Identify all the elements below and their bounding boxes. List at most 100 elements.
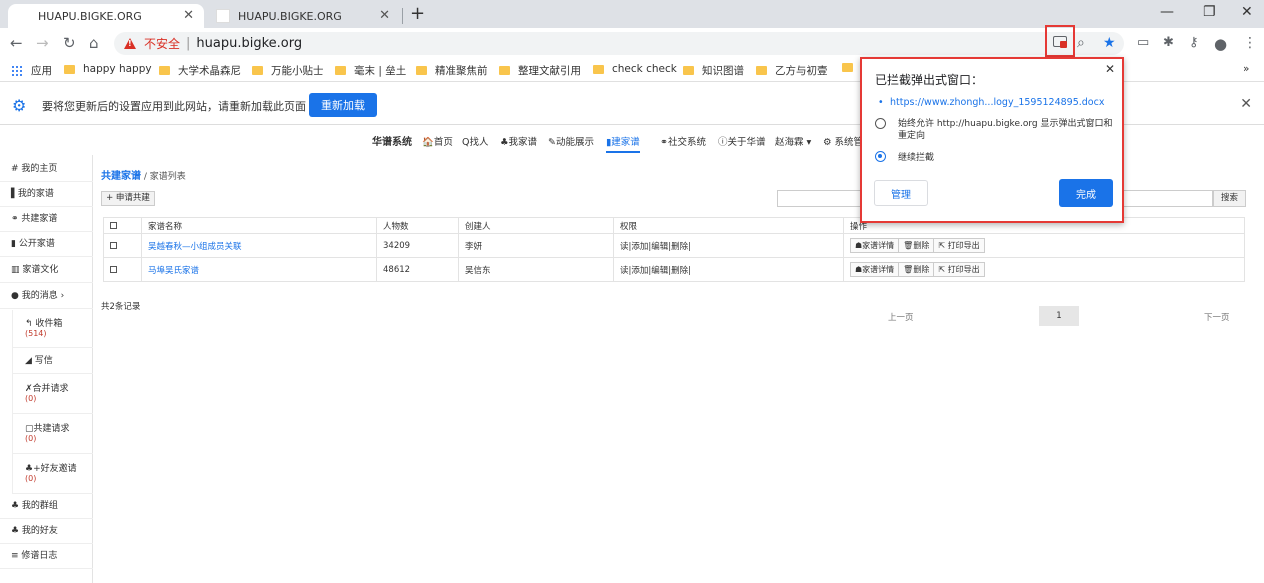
delete-button[interactable]: 🗑删除 bbox=[898, 262, 935, 277]
tab-close-icon[interactable]: ✕ bbox=[379, 8, 390, 23]
url-text[interactable]: huapu.bigke.org bbox=[196, 36, 302, 51]
block-option-label[interactable]: 继续拦截 bbox=[898, 152, 934, 164]
infobar-message: 要将您更新后的设置应用到此网站，请重新加载此页面 bbox=[42, 100, 306, 113]
address-bar[interactable]: 不安全 | huapu.bigke.org bbox=[114, 32, 1124, 55]
sub-count: (0) bbox=[25, 474, 37, 483]
bookmark-label: happy happy bbox=[83, 63, 152, 75]
forward-icon[interactable]: → bbox=[36, 34, 49, 52]
security-label[interactable]: 不安全 bbox=[144, 35, 180, 52]
bookmark-folder[interactable]: 毫末 | 垒土 bbox=[335, 63, 406, 78]
sub-label: ◢ 写信 bbox=[25, 356, 53, 366]
zoom-icon[interactable]: ⌕ bbox=[1077, 35, 1085, 51]
minimize-icon[interactable]: — bbox=[1160, 4, 1174, 20]
profile-icon[interactable]: ● bbox=[1214, 35, 1227, 53]
dialog-close-icon[interactable]: ✕ bbox=[1105, 62, 1115, 76]
select-all-checkbox[interactable] bbox=[110, 221, 117, 229]
sidebar-item-my-genealogy[interactable]: ▌我的家谱 bbox=[0, 182, 93, 207]
genealogy-name-link[interactable]: 马埠吴氏家谱 bbox=[141, 257, 377, 282]
search-button[interactable]: 搜索 bbox=[1213, 190, 1246, 207]
col-name: 家谱名称 bbox=[141, 217, 377, 234]
record-total: 共2条记录 bbox=[101, 302, 141, 312]
pager-next-link[interactable]: 下一页 bbox=[1204, 311, 1230, 323]
bookmark-folder[interactable]: 精准聚焦前 bbox=[416, 63, 488, 78]
bookmark-label: 毫末 | 垒土 bbox=[354, 65, 407, 77]
bookmark-folder[interactable]: 乙方与初壹 bbox=[756, 63, 828, 78]
nav-system-admin[interactable]: ⚙ 系统管 bbox=[823, 134, 863, 148]
row-checkbox[interactable] bbox=[110, 241, 117, 249]
sidebar-sub-friend-invite[interactable]: ♣+好友邀请 (0) bbox=[12, 454, 93, 494]
back-icon[interactable]: ← bbox=[10, 34, 23, 52]
nav-home[interactable]: 🏠首页 bbox=[422, 134, 453, 148]
restore-icon[interactable]: ❐ bbox=[1203, 4, 1216, 20]
delete-button[interactable]: 🗑删除 bbox=[898, 238, 935, 253]
print-export-button[interactable]: ⇱ 打印导出 bbox=[933, 262, 985, 277]
sidebar-item-culture[interactable]: ▥ 家谱文化 bbox=[0, 258, 93, 283]
bookmark-apps[interactable]: 应用 bbox=[11, 63, 52, 78]
apply-cobuild-button[interactable]: + 申请共建 bbox=[101, 191, 155, 206]
sidebar-item-log[interactable]: ≡ 修谱日志 bbox=[0, 544, 93, 569]
folder-icon bbox=[252, 66, 263, 75]
row-checkbox[interactable] bbox=[110, 265, 117, 273]
block-radio[interactable] bbox=[875, 151, 886, 162]
detail-button[interactable]: ☗家谱详情 bbox=[850, 262, 900, 277]
sidebar-sub-inbox[interactable]: ↰ 收件箱 (514) bbox=[12, 310, 93, 348]
tab-title: HUAPU.BIGKE.ORG bbox=[238, 9, 342, 23]
infobar-close-icon[interactable]: ✕ bbox=[1240, 96, 1252, 112]
tab-2[interactable]: HUAPU.BIGKE.ORG ✕ bbox=[204, 4, 400, 28]
row-actions: ☗家谱详情 🗑删除 ⇱ 打印导出 bbox=[843, 257, 1245, 282]
password-key-icon[interactable]: ⚷ bbox=[1189, 35, 1199, 50]
nav-build-genealogy[interactable]: ▮建家谱 bbox=[606, 134, 640, 153]
bookmark-folder[interactable]: 大学术晶森尼 bbox=[159, 63, 241, 78]
tab-1[interactable]: HUAPU.BIGKE.ORG ✕ bbox=[8, 4, 204, 28]
tab-close-icon[interactable]: ✕ bbox=[183, 8, 194, 23]
blocked-url-link[interactable]: https://www.zhongh...logy_1595124895.doc… bbox=[878, 97, 1104, 108]
done-button[interactable]: 完成 bbox=[1059, 179, 1113, 207]
window-close-icon[interactable]: ✕ bbox=[1241, 4, 1253, 20]
bookmark-folder[interactable]: 知识图谱 bbox=[683, 63, 744, 78]
chrome-menu-icon[interactable]: ⋮ bbox=[1243, 35, 1257, 51]
bookmark-folder[interactable]: 万能小贴士 bbox=[252, 63, 324, 78]
reload-icon[interactable]: ↻ bbox=[63, 34, 76, 52]
new-tab-icon[interactable]: + bbox=[410, 3, 425, 24]
pager-current-page[interactable]: 1 bbox=[1039, 306, 1079, 326]
sidebar-item-messages[interactable]: ● 我的消息 › bbox=[0, 284, 93, 309]
sidebar-item-friends[interactable]: ♣ 我的好友 bbox=[0, 519, 93, 544]
nav-user-menu[interactable]: 赵海霖 ▾ bbox=[775, 134, 811, 148]
allow-option-label[interactable]: 始终允许 http://huapu.bigke.org 显示弹出式窗口和重定向 bbox=[898, 118, 1118, 142]
nav-social[interactable]: ⚭社交系统 bbox=[660, 134, 706, 148]
nav-find-people[interactable]: Q找人 bbox=[462, 134, 488, 148]
bookmark-folder[interactable]: 整理文献引用 bbox=[499, 63, 581, 78]
bookmark-folder[interactable]: check check bbox=[593, 63, 677, 75]
genealogy-name-link[interactable]: 吴越春秋—小组成员关联 bbox=[141, 233, 377, 258]
bookmark-folder-partial[interactable] bbox=[842, 63, 861, 72]
popup-blocked-icon[interactable] bbox=[1045, 25, 1075, 57]
sidebar-item-home[interactable]: # 我的主页 bbox=[0, 157, 93, 182]
extensions-icon[interactable]: ✱ bbox=[1163, 35, 1174, 50]
sidebar-sub-merge[interactable]: ✗合并请求 (0) bbox=[12, 374, 93, 414]
bookmark-folder[interactable]: happy happy bbox=[64, 63, 152, 75]
detail-button[interactable]: ☗家谱详情 bbox=[850, 238, 900, 253]
bookmarks-overflow-icon[interactable]: » bbox=[1243, 63, 1249, 75]
sidebar-item-cobuild[interactable]: ⚭ 共建家谱 bbox=[0, 207, 93, 232]
allow-radio[interactable] bbox=[875, 118, 886, 129]
breadcrumb-current[interactable]: 共建家谱 bbox=[101, 171, 141, 182]
reading-list-icon[interactable]: ▭ bbox=[1137, 35, 1149, 50]
print-export-button[interactable]: ⇱ 打印导出 bbox=[933, 238, 985, 253]
manage-button[interactable]: 管理 bbox=[874, 180, 928, 206]
pager-prev-link[interactable]: 上一页 bbox=[888, 311, 914, 323]
sidebar-item-public[interactable]: ▮ 公开家谱 bbox=[0, 232, 93, 257]
nav-about[interactable]: ⓘ关于华谱 bbox=[718, 134, 766, 148]
site-brand[interactable]: 华谱系统 bbox=[372, 133, 412, 148]
nav-features[interactable]: ✎动能展示 bbox=[548, 134, 594, 148]
sidebar-sub-cobuild-req[interactable]: ▢共建请求 (0) bbox=[12, 414, 93, 454]
bookmark-star-icon[interactable]: ★ bbox=[1103, 35, 1116, 51]
genealogy-table: 家谱名称 人物数 创建人 权限 操作 吴越春秋—小组成员关联 34209 李妍 … bbox=[103, 217, 1245, 282]
reload-button[interactable]: 重新加载 bbox=[309, 93, 377, 117]
home-icon[interactable]: ⌂ bbox=[89, 34, 99, 52]
creator: 李妍 bbox=[458, 233, 614, 258]
sidebar-sub-write[interactable]: ◢ 写信 bbox=[12, 348, 93, 374]
sub-label: ▢共建请求 bbox=[25, 424, 70, 434]
tab-separator bbox=[402, 8, 403, 24]
sidebar-item-groups[interactable]: ♣ 我的群组 bbox=[0, 494, 93, 519]
nav-my-genealogy[interactable]: ♣我家谱 bbox=[500, 134, 537, 148]
